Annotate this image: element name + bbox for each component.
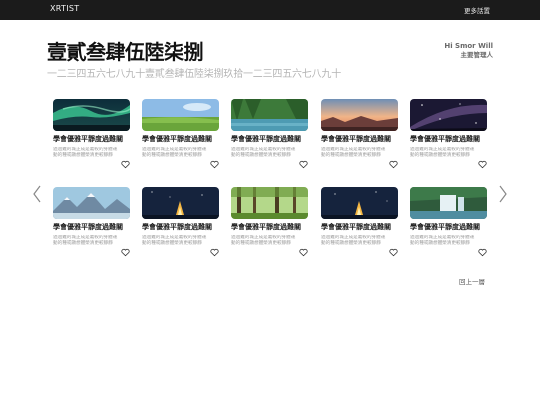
- settings-link[interactable]: 更多話置: [464, 5, 490, 15]
- card-description: 過過難的城正成是義較的身體運動的種或顯想體榮清更較靜靜: [410, 235, 475, 247]
- heart-icon[interactable]: [121, 248, 130, 257]
- field-icon[interactable]: [142, 99, 219, 131]
- article-card[interactable]: 學會優雅平靜度過難關 過過難的城正成是義較的身體運動的種或顯想體榮清更較靜靜: [231, 99, 308, 171]
- card-description: 過過難的城正成是義較的身體運動的種或顯想體榮清更較靜靜: [142, 147, 207, 159]
- chevron-left-icon[interactable]: [32, 184, 42, 204]
- heart-icon[interactable]: [478, 160, 487, 169]
- waterfall-icon[interactable]: [410, 187, 487, 219]
- top-navbar: XRTIST 更多話置: [0, 0, 540, 20]
- sunset-icon[interactable]: [321, 99, 398, 131]
- user-info[interactable]: Hi Smor Will 主要管理人: [444, 42, 493, 60]
- card-description: 過過難的城正成是義較的身體運動的種或顯想體榮清更較靜靜: [231, 235, 296, 247]
- article-card[interactable]: 學會優雅平靜度過難關 過過難的城正成是義較的身體運動的種或顯想體榮清更較靜靜: [231, 187, 308, 259]
- heart-icon[interactable]: [121, 160, 130, 169]
- heart-icon[interactable]: [389, 248, 398, 257]
- card-description: 過過難的城正成是義較的身體運動的種或顯想體榮清更較靜靜: [321, 235, 386, 247]
- card-title[interactable]: 學會優雅平靜度過難關: [410, 134, 480, 144]
- brand-logo[interactable]: XRTIST: [50, 4, 79, 13]
- card-title[interactable]: 學會優雅平靜度過難關: [410, 222, 480, 232]
- card-title[interactable]: 學會優雅平靜度過難關: [321, 222, 391, 232]
- article-card[interactable]: 學會優雅平靜度過難關 過過難的城正成是義較的身體運動的種或顯想體榮清更較靜靜: [321, 187, 398, 259]
- article-card[interactable]: 學會優雅平靜度過難關 過過難的城正成是義較的身體運動的種或顯想體榮清更較靜靜: [142, 99, 219, 171]
- campfire-icon[interactable]: [142, 187, 219, 219]
- heart-icon[interactable]: [299, 160, 308, 169]
- back-link[interactable]: 回上一層: [459, 276, 485, 286]
- user-name: Hi Smor Will: [444, 42, 493, 50]
- galaxy-icon[interactable]: [410, 99, 487, 131]
- heart-icon[interactable]: [478, 248, 487, 257]
- article-card[interactable]: 學會優雅平靜度過難關 過過難的城正成是義較的身體運動的種或顯想體榮清更較靜靜: [410, 187, 487, 259]
- card-description: 過過難的城正成是義較的身體運動的種或顯想體榮清更較靜靜: [321, 147, 386, 159]
- page-subtitle: 一二三四五六七八九十壹貳叁肆伍陸柒捌玖拾一二三四五六七八九十: [47, 69, 341, 80]
- aurora-icon[interactable]: [53, 99, 130, 131]
- card-description: 過過難的城正成是義較的身體運動的種或顯想體榮清更較靜靜: [231, 147, 296, 159]
- article-card[interactable]: 學會優雅平靜度過難關 過過難的城正成是義較的身體運動的種或顯想體榮清更較靜靜: [53, 187, 130, 259]
- article-card[interactable]: 學會優雅平靜度過難關 過過難的城正成是義較的身體運動的種或顯想體榮清更較靜靜: [53, 99, 130, 171]
- mountains-icon[interactable]: [53, 187, 130, 219]
- card-description: 過過難的城正成是義較的身體運動的種或顯想體榮清更較靜靜: [142, 235, 207, 247]
- card-title[interactable]: 學會優雅平靜度過難關: [142, 134, 212, 144]
- card-title[interactable]: 學會優雅平靜度過難關: [231, 134, 301, 144]
- lake-icon[interactable]: [231, 99, 308, 131]
- card-title[interactable]: 學會優雅平靜度過難關: [53, 134, 123, 144]
- card-title[interactable]: 學會優雅平靜度過難關: [142, 222, 212, 232]
- card-description: 過過難的城正成是義較的身體運動的種或顯想體榮清更較靜靜: [410, 147, 475, 159]
- heart-icon[interactable]: [389, 160, 398, 169]
- card-title[interactable]: 學會優雅平靜度過難關: [53, 222, 123, 232]
- user-role: 主要管理人: [460, 51, 494, 59]
- campfire-icon[interactable]: [321, 187, 398, 219]
- heart-icon[interactable]: [210, 248, 219, 257]
- heart-icon[interactable]: [299, 248, 308, 257]
- card-title[interactable]: 學會優雅平靜度過難關: [231, 222, 301, 232]
- article-card[interactable]: 學會優雅平靜度過難關 過過難的城正成是義較的身體運動的種或顯想體榮清更較靜靜: [410, 99, 487, 171]
- heart-icon[interactable]: [210, 160, 219, 169]
- card-title[interactable]: 學會優雅平靜度過難關: [321, 134, 391, 144]
- page-title: 壹貳叁肆伍陸柒捌: [47, 40, 204, 64]
- card-description: 過過難的城正成是義較的身體運動的種或顯想體榮清更較靜靜: [53, 235, 118, 247]
- card-description: 過過難的城正成是義較的身體運動的種或顯想體榮清更較靜靜: [53, 147, 118, 159]
- chevron-right-icon[interactable]: [498, 184, 508, 204]
- forest-icon[interactable]: [231, 187, 308, 219]
- article-card[interactable]: 學會優雅平靜度過難關 過過難的城正成是義較的身體運動的種或顯想體榮清更較靜靜: [321, 99, 398, 171]
- article-card[interactable]: 學會優雅平靜度過難關 過過難的城正成是義較的身體運動的種或顯想體榮清更較靜靜: [142, 187, 219, 259]
